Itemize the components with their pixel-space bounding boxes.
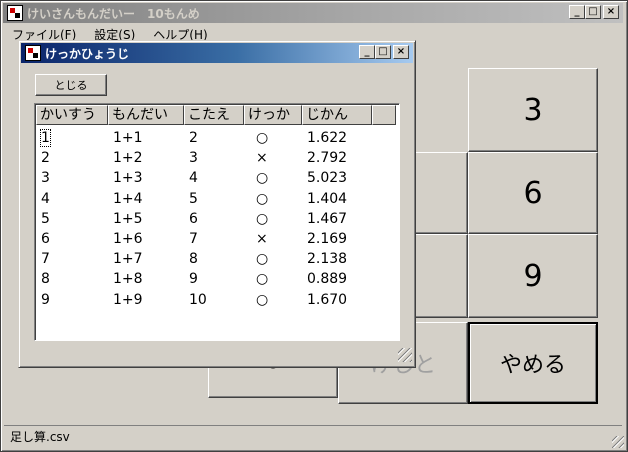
dialog-title: けっかひょうじ bbox=[45, 46, 130, 61]
digit-3-label: 3 bbox=[523, 92, 543, 128]
digit-6-label: 6 bbox=[523, 175, 543, 211]
row-time: 1.622 bbox=[307, 130, 348, 147]
list-header: かいすう もんだい こたえ けっか じかん bbox=[36, 105, 396, 125]
dialog-app-icon bbox=[25, 45, 41, 61]
row-time: 2.138 bbox=[307, 251, 348, 268]
digit-6-button[interactable]: 6 bbox=[468, 152, 598, 234]
row-question: 1+5 bbox=[113, 210, 143, 227]
row-result: × bbox=[256, 150, 268, 167]
row-count: 7 bbox=[41, 251, 50, 268]
row-question: 1+9 bbox=[113, 291, 143, 308]
row-count: 9 bbox=[41, 291, 50, 308]
dialog-title-bar[interactable]: けっかひょうじ _ □ × bbox=[21, 43, 413, 63]
dialog-resize-grip-icon[interactable] bbox=[398, 348, 412, 362]
close-dialog-button[interactable]: とじる bbox=[35, 74, 107, 96]
table-row[interactable]: 6 1+6 7 × 2.169 bbox=[36, 229, 398, 249]
row-result: × bbox=[256, 231, 268, 248]
row-count: 2 bbox=[41, 150, 50, 167]
digit-3-button[interactable]: 3 bbox=[468, 68, 598, 152]
row-time: 1.467 bbox=[307, 210, 348, 227]
minimize-icon[interactable]: _ bbox=[569, 5, 585, 19]
main-window-controls: _ □ × bbox=[569, 5, 619, 19]
table-row[interactable]: 2 1+2 3 × 2.792 bbox=[36, 148, 398, 168]
row-answer: 6 bbox=[189, 210, 198, 227]
close-dialog-label: とじる bbox=[54, 79, 88, 92]
quit-label: やめる bbox=[499, 353, 566, 378]
row-time: 5.023 bbox=[307, 170, 348, 187]
row-question: 1+6 bbox=[113, 231, 143, 248]
row-question: 1+8 bbox=[113, 271, 143, 288]
table-row[interactable]: 5 1+5 6 ○ 1.467 bbox=[36, 209, 398, 229]
row-time: 0.889 bbox=[307, 271, 348, 288]
row-count: 6 bbox=[41, 231, 50, 248]
column-header-result[interactable]: けっか bbox=[244, 105, 302, 125]
status-bar: 足し算.csv bbox=[4, 425, 622, 447]
table-row[interactable]: 9 1+9 10 ○ 1.670 bbox=[36, 290, 398, 310]
row-answer: 3 bbox=[189, 150, 198, 167]
digit-9-label: 9 bbox=[523, 258, 543, 294]
table-row[interactable]: 3 1+3 4 ○ 5.023 bbox=[36, 168, 398, 188]
row-count: 8 bbox=[41, 271, 50, 288]
column-header-question[interactable]: もんだい bbox=[108, 105, 184, 125]
row-question: 1+2 bbox=[113, 150, 143, 167]
row-result: ○ bbox=[256, 251, 269, 268]
row-answer: 4 bbox=[189, 170, 198, 187]
list-rows: 1 1+1 2 ○ 1.622 2 1+2 3 × 2.792 3 1+3 4 ○ 5.023 4 1+4… bbox=[36, 128, 398, 310]
row-count: 5 bbox=[41, 210, 50, 227]
row-answer: 7 bbox=[189, 231, 198, 248]
dialog-maximize-icon[interactable]: □ bbox=[375, 45, 391, 59]
row-time: 1.670 bbox=[307, 291, 348, 308]
close-icon[interactable]: × bbox=[603, 5, 619, 19]
status-filename: 足し算.csv bbox=[10, 430, 70, 444]
row-answer: 5 bbox=[189, 190, 198, 207]
row-question: 1+7 bbox=[113, 251, 143, 268]
table-row[interactable]: 1 1+1 2 ○ 1.622 bbox=[36, 128, 398, 148]
digit-9-button[interactable]: 9 bbox=[468, 234, 598, 318]
row-result: ○ bbox=[256, 210, 269, 227]
row-count: 3 bbox=[41, 170, 50, 187]
dialog-close-icon[interactable]: × bbox=[393, 45, 409, 59]
column-header-answer[interactable]: こたえ bbox=[184, 105, 244, 125]
resize-grip-icon[interactable] bbox=[612, 436, 624, 448]
column-header-time[interactable]: じかん bbox=[302, 105, 372, 125]
row-count: 4 bbox=[41, 190, 50, 207]
main-window-title: けいさんもんだいー 10もんめ bbox=[27, 6, 200, 21]
row-question: 1+3 bbox=[113, 170, 143, 187]
row-time: 1.404 bbox=[307, 190, 348, 207]
app-icon bbox=[7, 5, 23, 21]
dialog-window-controls: _ □ × bbox=[359, 45, 409, 59]
table-row[interactable]: 4 1+4 5 ○ 1.404 bbox=[36, 189, 398, 209]
row-time: 2.169 bbox=[307, 231, 348, 248]
row-count: 1 bbox=[40, 129, 51, 148]
row-result: ○ bbox=[256, 130, 269, 147]
row-result: ○ bbox=[256, 291, 269, 308]
row-question: 1+4 bbox=[113, 190, 143, 207]
row-result: ○ bbox=[256, 170, 269, 187]
row-answer: 8 bbox=[189, 251, 198, 268]
dialog-minimize-icon[interactable]: _ bbox=[359, 45, 375, 59]
row-answer: 9 bbox=[189, 271, 198, 288]
column-header-count[interactable]: かいすう bbox=[36, 105, 108, 125]
row-time: 2.792 bbox=[307, 150, 348, 167]
maximize-icon[interactable]: □ bbox=[585, 5, 601, 19]
row-result: ○ bbox=[256, 190, 269, 207]
row-answer: 2 bbox=[189, 130, 198, 147]
row-question: 1+1 bbox=[113, 130, 143, 147]
table-row[interactable]: 7 1+7 8 ○ 2.138 bbox=[36, 249, 398, 269]
row-result: ○ bbox=[256, 271, 269, 288]
main-title-bar[interactable]: けいさんもんだいー 10もんめ _ □ × bbox=[3, 3, 623, 23]
row-answer: 10 bbox=[189, 291, 207, 308]
table-row[interactable]: 8 1+8 9 ○ 0.889 bbox=[36, 269, 398, 289]
quit-button[interactable]: やめる bbox=[468, 322, 598, 404]
column-header-filler bbox=[372, 105, 396, 125]
